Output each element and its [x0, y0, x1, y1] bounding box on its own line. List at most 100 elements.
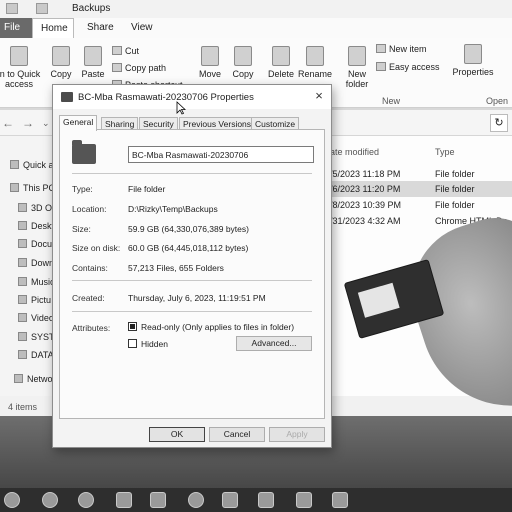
size-value: 59.9 GB (64,330,076,389 bytes) [128, 224, 249, 234]
tab-home[interactable]: Home [32, 18, 74, 38]
nav-music[interactable]: Music [18, 277, 55, 287]
screen-photo: Backups File Home Share View in to Quick… [0, 0, 512, 512]
tab-file[interactable]: File [0, 18, 32, 38]
start-icon[interactable] [4, 492, 20, 508]
document-icon [18, 239, 27, 248]
cancel-button[interactable]: Cancel [209, 427, 265, 442]
sd-card-label [357, 282, 400, 318]
divider [72, 280, 312, 281]
nav-downloads[interactable]: Down [18, 258, 54, 268]
column-date-modified[interactable]: ate modified [330, 147, 379, 157]
app-icon[interactable] [296, 492, 312, 508]
contains-label: Contains: [72, 263, 108, 273]
word-icon[interactable] [78, 492, 94, 508]
rename-button[interactable]: Rename [298, 46, 332, 79]
nav-this-pc[interactable]: This PC [10, 183, 55, 193]
folder-icon [61, 92, 73, 102]
copy-to-button[interactable]: Copy [229, 46, 257, 79]
computer-icon [10, 183, 19, 192]
advanced-button[interactable]: Advanced... [236, 336, 312, 351]
folder-icon [36, 3, 48, 14]
refresh-button[interactable]: ↻ [490, 114, 508, 132]
app-icon[interactable] [258, 492, 274, 508]
cube-icon [18, 203, 27, 212]
music-icon [18, 277, 27, 286]
tab-share[interactable]: Share [87, 22, 114, 33]
delete-x-icon [272, 46, 290, 66]
app-icon[interactable] [150, 492, 166, 508]
nav-videos[interactable]: Video [18, 313, 54, 323]
taskbar [0, 488, 512, 512]
new-group-label: New [382, 96, 401, 106]
network-icon [14, 374, 23, 383]
attributes-label: Attributes: [72, 323, 111, 333]
nav-documents[interactable]: Docu [18, 239, 52, 249]
column-type[interactable]: Type [435, 147, 455, 157]
folder-icon [72, 140, 96, 164]
easy-access-button[interactable]: Easy access [376, 62, 440, 72]
copy-to-icon [234, 46, 252, 66]
explorer-window-title: Backups [72, 3, 111, 14]
star-icon [10, 160, 19, 169]
app-icon[interactable] [332, 492, 348, 508]
location-value: D:\Rizky\Temp\Backups [128, 204, 218, 214]
chrome-icon[interactable] [222, 492, 238, 508]
new-item-button[interactable]: New item [376, 44, 427, 54]
new-folder-icon [348, 46, 366, 66]
move-to-icon [201, 46, 219, 66]
nav-network[interactable]: Netwo [14, 374, 53, 384]
forward-arrow-icon[interactable]: → [22, 116, 34, 130]
desktop-icon [18, 221, 27, 230]
rename-icon [306, 46, 324, 66]
close-icon[interactable]: × [311, 88, 327, 104]
folder-name-input[interactable]: BC-Mba Rasmawati-20230706 [128, 146, 314, 163]
dialog-titlebar: BC-Mba Rasmawati-20230706 Properties × [53, 85, 331, 109]
nav-quick-access[interactable]: Quick a [10, 160, 54, 170]
dialog-tabs: General Sharing Security Previous Versio… [59, 115, 327, 131]
easy-access-icon [376, 62, 386, 71]
drive-icon [18, 332, 27, 341]
open-group-label: Open [486, 96, 509, 106]
size-label: Size: [72, 224, 91, 234]
nav-data-drive[interactable]: DATA [18, 350, 54, 360]
tab-general[interactable]: General [59, 115, 98, 131]
item-count: 4 items [8, 402, 38, 412]
checkbox-indeterminate-icon [128, 322, 137, 331]
back-arrow-icon[interactable]: ← [2, 116, 14, 130]
new-folder-button[interactable]: New folder [340, 46, 374, 89]
created-value: Thursday, July 6, 2023, 11:19:51 PM [128, 293, 266, 303]
new-item-icon [376, 44, 386, 53]
video-icon [18, 313, 27, 322]
pin-quick-access-button[interactable]: in to Quick access [0, 46, 46, 89]
app-icon[interactable] [42, 492, 58, 508]
nav-desktop[interactable]: Deskt [18, 221, 54, 231]
copy-path-button[interactable]: Copy path [112, 63, 166, 73]
paste-icon [84, 46, 102, 66]
explorer-titlebar: Backups [0, 0, 512, 18]
delete-button[interactable]: Delete [265, 46, 297, 79]
move-to-button[interactable]: Move [196, 46, 224, 79]
ok-button[interactable]: OK [149, 427, 205, 442]
chevron-down-icon[interactable]: ⌄ [42, 118, 50, 129]
dialog-title: BC-Mba Rasmawati-20230706 Properties [78, 92, 254, 103]
copy-icon [52, 46, 70, 66]
apply-button[interactable]: Apply [269, 427, 325, 442]
size-on-disk-label: Size on disk: [72, 243, 121, 253]
divider [72, 311, 312, 312]
hidden-checkbox[interactable]: Hidden [128, 339, 168, 349]
cut-button[interactable]: Cut [112, 46, 139, 56]
readonly-checkbox[interactable]: Read-only (Only applies to files in fold… [128, 322, 294, 332]
app-icon[interactable] [188, 492, 204, 508]
tab-view[interactable]: View [131, 22, 153, 33]
properties-button[interactable]: Properties [450, 44, 496, 77]
location-label: Location: [72, 204, 107, 214]
quick-access-toolbar-icon[interactable] [6, 3, 18, 14]
copy-button[interactable]: Copy [48, 46, 74, 79]
scissors-icon [112, 46, 122, 55]
pin-icon [10, 46, 28, 66]
paste-button[interactable]: Paste [80, 46, 106, 79]
copy-path-icon [112, 63, 122, 72]
files-icon[interactable] [116, 492, 132, 508]
navigation-pane: Quick a This PC 3D Ob Deskt Docu Down Mu… [0, 136, 61, 406]
nav-pictures[interactable]: Pictu [18, 295, 51, 305]
